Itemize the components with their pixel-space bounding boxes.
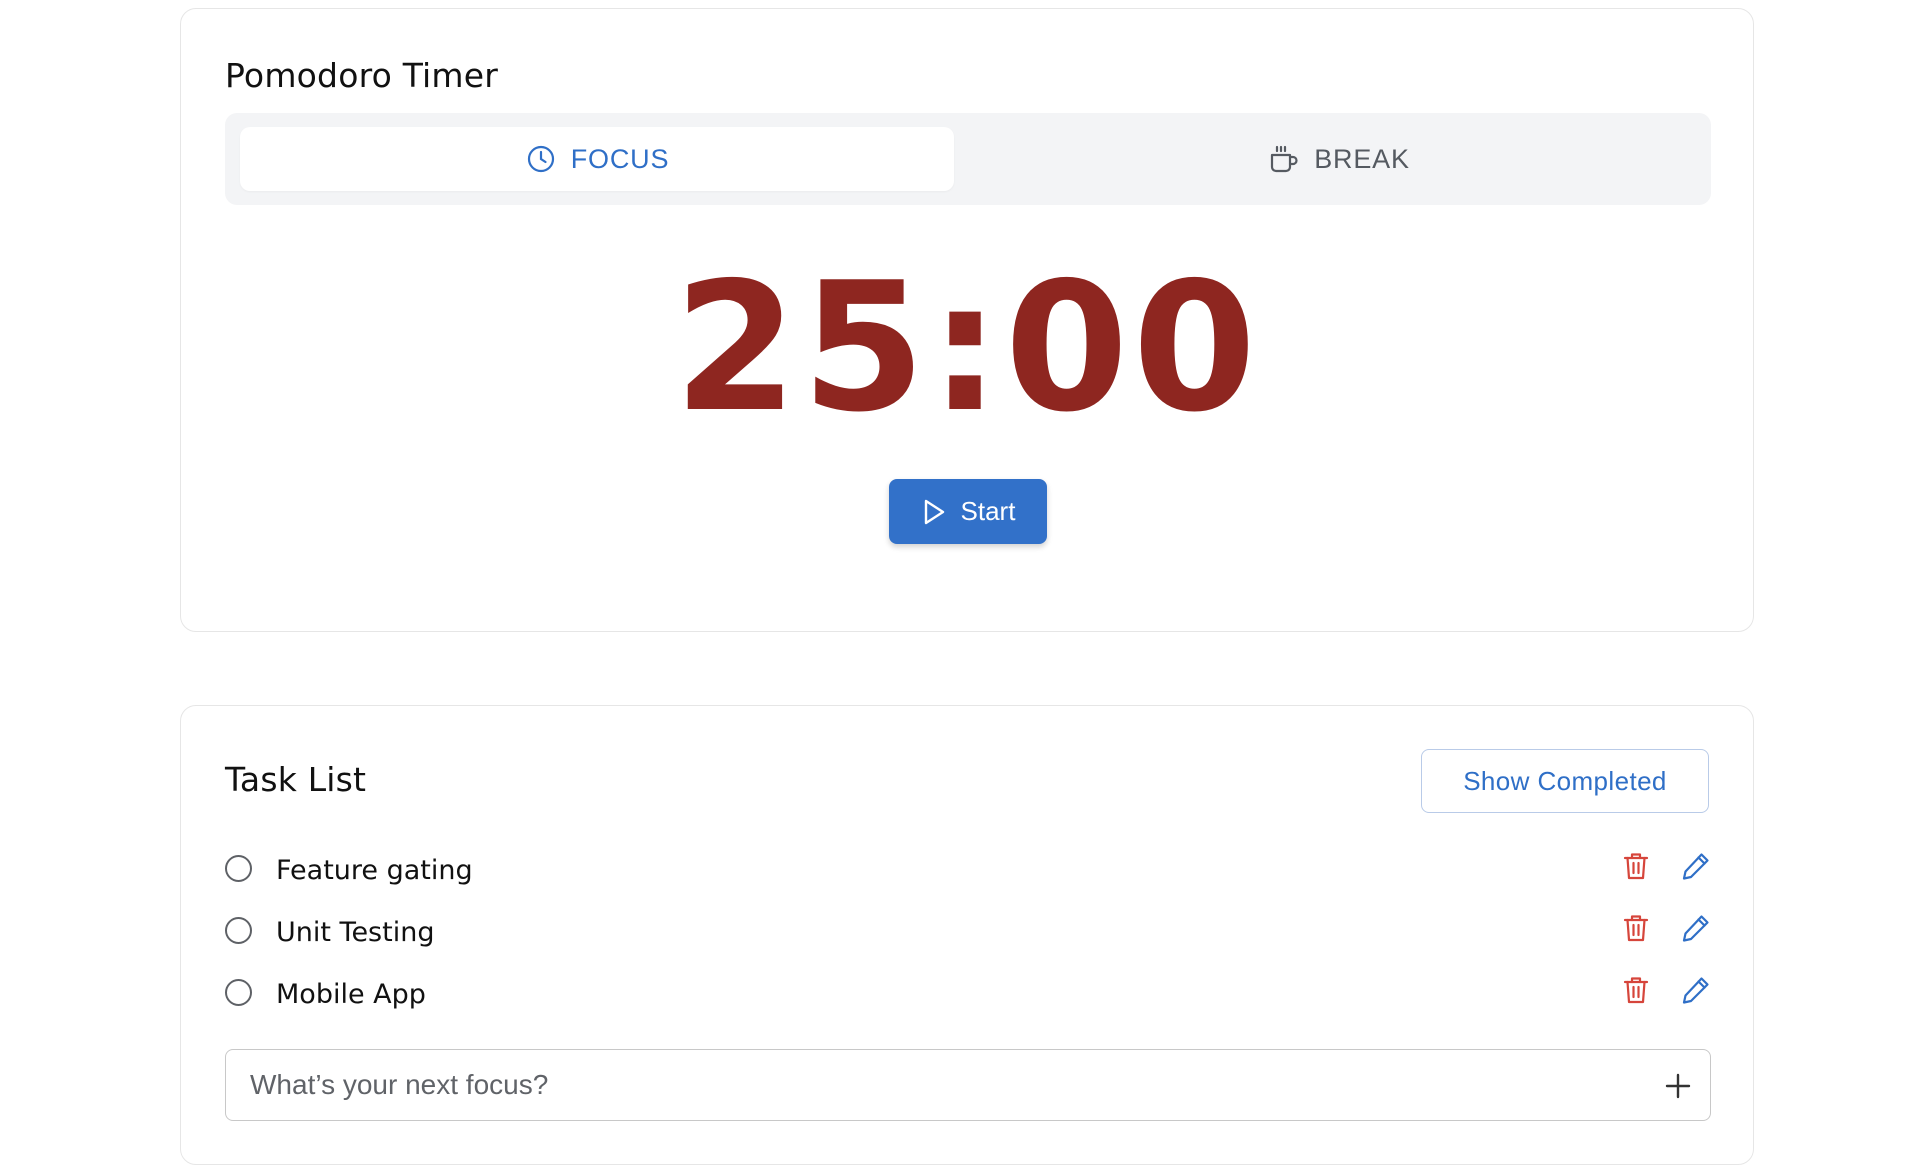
new-task-input[interactable] <box>226 1050 1626 1120</box>
task-actions <box>1621 849 1711 883</box>
pencil-icon[interactable] <box>1681 849 1711 883</box>
list-item: Unit Testing <box>225 901 1711 963</box>
tab-break[interactable]: BREAK <box>982 127 1696 191</box>
clock-icon <box>525 143 557 175</box>
task-actions <box>1621 973 1711 1007</box>
trash-icon[interactable] <box>1621 849 1651 883</box>
task-checkbox[interactable] <box>225 978 252 1006</box>
task-label: Mobile App <box>276 978 426 1010</box>
new-task-field <box>225 1049 1711 1121</box>
mode-tabs: FOCUS BREAK <box>225 113 1711 205</box>
coffee-icon <box>1268 143 1300 175</box>
list-item: Mobile App <box>225 963 1711 1025</box>
tab-focus-label: FOCUS <box>570 143 670 174</box>
task-list-card: Task List Show Completed Feature gating <box>180 705 1754 1165</box>
start-label: Start <box>960 496 1016 526</box>
pencil-icon[interactable] <box>1681 973 1711 1007</box>
task-list-title: Task List <box>225 760 367 799</box>
task-label: Unit Testing <box>276 916 435 948</box>
start-button[interactable]: Start <box>889 479 1047 544</box>
task-label: Feature gating <box>276 854 473 886</box>
show-completed-button[interactable]: Show Completed <box>1421 749 1709 813</box>
task-checkbox[interactable] <box>225 916 252 944</box>
timer-title: Pomodoro Timer <box>225 56 499 95</box>
tab-focus[interactable]: FOCUS <box>240 127 954 191</box>
pomodoro-timer-card: Pomodoro Timer FOCUS BREAK 25:00 Start <box>180 8 1754 632</box>
pencil-icon[interactable] <box>1681 911 1711 945</box>
trash-icon[interactable] <box>1621 973 1651 1007</box>
task-actions <box>1621 911 1711 945</box>
task-checkbox[interactable] <box>225 854 252 882</box>
plus-icon[interactable] <box>1660 1068 1696 1104</box>
time-display: 25:00 <box>673 244 1261 451</box>
trash-icon[interactable] <box>1621 911 1651 945</box>
tab-break-label: BREAK <box>1314 143 1410 174</box>
task-list: Feature gating Unit Testing Mobile App <box>225 839 1711 1025</box>
list-item: Feature gating <box>225 839 1711 901</box>
play-icon <box>921 498 947 526</box>
